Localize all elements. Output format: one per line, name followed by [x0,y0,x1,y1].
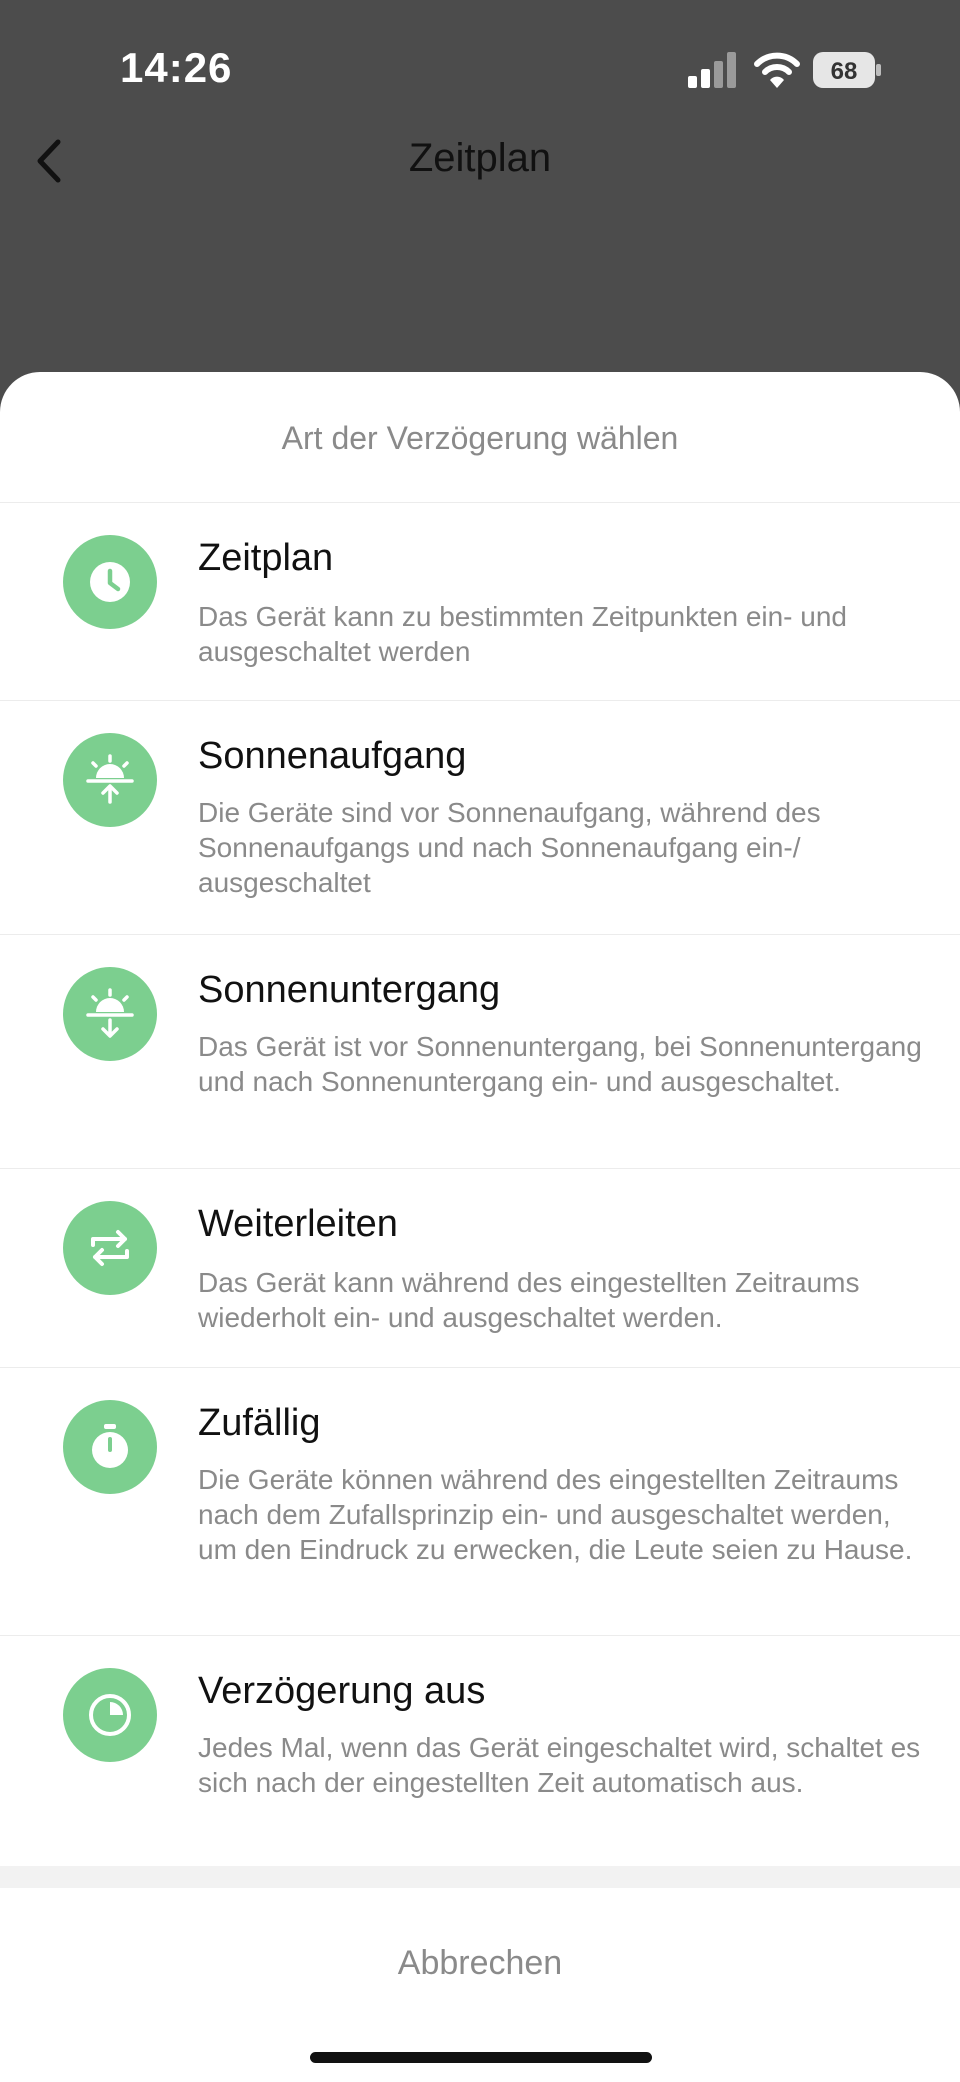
option-description: Das Gerät kann während des eingestellten… [198,1267,860,1333]
option-title: Zufällig [198,1402,321,1444]
option-sonnenuntergang[interactable]: Sonnenuntergang Das Gerät ist vor Sonnen… [0,935,960,1169]
cancel-button[interactable]: Abbrechen [0,1888,960,2038]
stopwatch-icon [63,1400,157,1494]
navigation-bar: Zeitplan [0,120,960,200]
option-verzoegerung-aus[interactable]: Verzögerung aus Jedes Mal, wenn das Gerä… [0,1636,960,1866]
wifi-icon [754,52,800,88]
option-title: Sonnenuntergang [198,969,501,1011]
status-bar: 14:26 68 [0,0,960,140]
battery-icon: 68 [813,52,881,88]
option-sonnenaufgang[interactable]: Sonnenaufgang Die Geräte sind vor Sonnen… [0,701,960,935]
clock-icon [63,535,157,629]
delay-type-sheet: Art der Verzögerung wählen Zeitplan Das … [0,372,960,2082]
option-title: Verzögerung aus [198,1670,486,1712]
cellular-signal-icon [688,52,736,88]
home-indicator[interactable] [310,2052,652,2063]
option-title: Weiterleiten [198,1203,398,1245]
option-description: Das Gerät kann zu bestimmten Zeitpunkten… [198,601,848,667]
option-description: Das Gerät ist vor Sonnenuntergang, bei S… [198,1031,922,1097]
sheet-title: Art der Verzögerung wählen [0,372,960,503]
option-zeitplan[interactable]: Zeitplan Das Gerät kann zu bestimmten Ze… [0,503,960,701]
sheet-separator [0,1866,960,1888]
sunset-icon [63,967,157,1061]
repeat-icon [63,1201,157,1295]
option-title: Zeitplan [198,537,334,579]
timer-off-icon [63,1668,157,1762]
option-description: Die Geräte sind vor Sonnenaufgang, währe… [198,797,821,898]
sunrise-icon [63,733,157,827]
option-zufaellig[interactable]: Zufällig Die Geräte können während des e… [0,1368,960,1636]
page-title: Zeitplan [408,136,552,180]
option-description: Die Geräte können während des eingestell… [198,1464,913,1565]
battery-level: 68 [831,58,858,85]
option-description: Jedes Mal, wenn das Gerät eingeschaltet … [198,1732,921,1798]
option-weiterleiten[interactable]: Weiterleiten Das Gerät kann während des … [0,1169,960,1368]
option-title: Sonnenaufgang [198,735,467,777]
status-time: 14:26 [120,44,233,91]
